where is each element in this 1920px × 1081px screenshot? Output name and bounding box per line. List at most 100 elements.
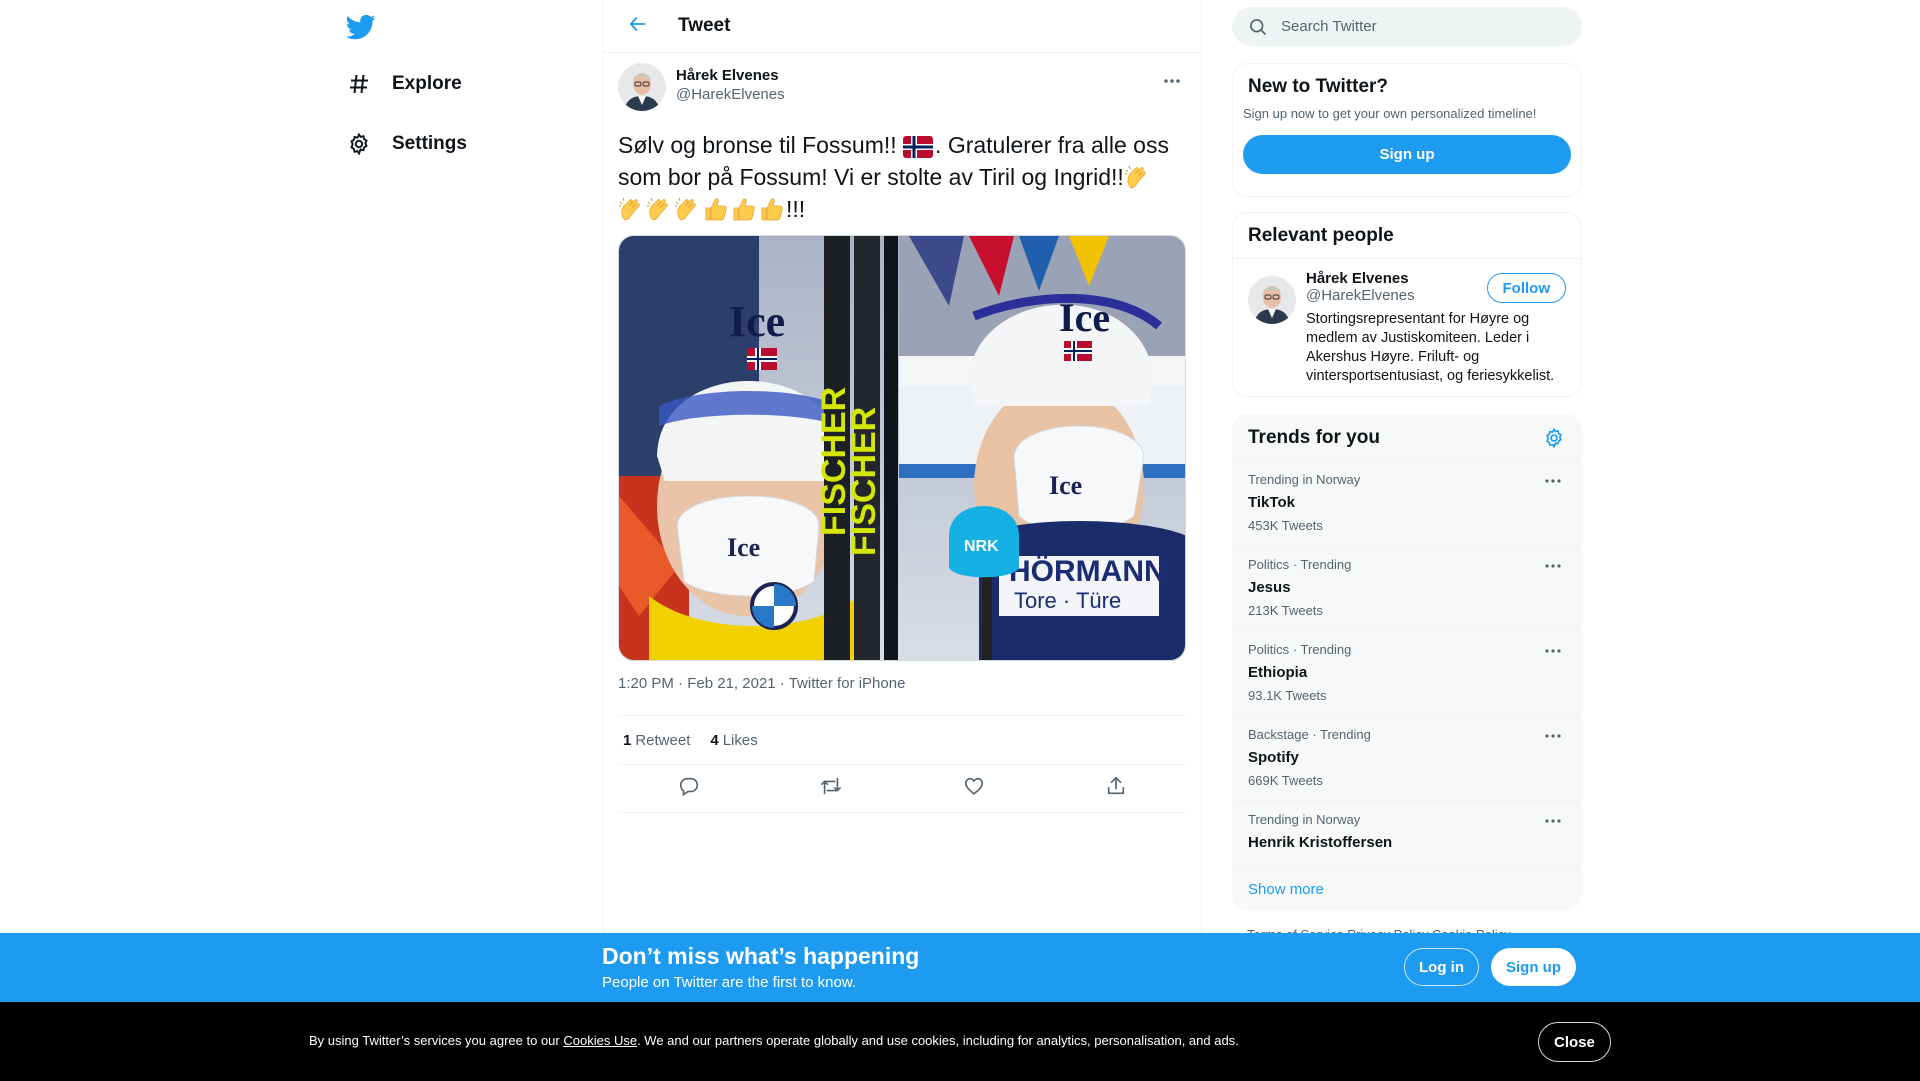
thumbs-up-icon: [758, 196, 784, 222]
login-button[interactable]: Log in: [1404, 948, 1479, 986]
image-mask-text-2: Ice: [1049, 471, 1082, 500]
hashtag-icon: [346, 71, 372, 97]
sidebar-signup-button[interactable]: Sign up: [1243, 135, 1571, 174]
more-horizontal-icon[interactable]: [1541, 724, 1565, 748]
clapping-hands-icon: [618, 196, 644, 222]
image-bib-brand: HÖRMANN: [1009, 555, 1166, 588]
signup-button[interactable]: Sign up: [1491, 948, 1576, 986]
nav-explore[interactable]: Explore: [346, 59, 462, 109]
twitter-bird-icon[interactable]: [345, 12, 376, 42]
clapping-hands-icon: [674, 196, 700, 222]
trend-item[interactable]: Politics · Trending Ethiopia 93.1K Tweet…: [1233, 631, 1581, 716]
image-bib-sub: Tore · Türe: [1014, 588, 1121, 613]
tweet-text: Sølv og bronse til Fossum!! . Gratulerer…: [618, 129, 1187, 225]
tweet-header: Hårek Elvenes @HarekElvenes: [618, 63, 1187, 115]
tweet-date: Feb 21, 2021: [687, 675, 776, 692]
more-horizontal-icon[interactable]: [1541, 639, 1565, 663]
trend-context: Backstage · Trending: [1248, 727, 1371, 742]
image-mask-text-1: Ice: [727, 533, 760, 562]
tweet-stats: 1 Retweet 4 Likes: [618, 715, 1187, 765]
heart-icon: [963, 775, 985, 802]
author-name[interactable]: Hårek Elvenes: [676, 66, 785, 85]
trend-item[interactable]: Backstage · Trending Spotify 669K Tweets: [1233, 716, 1581, 801]
trends-box: Trends for you Trending in Norway TikTok…: [1232, 414, 1582, 910]
trend-count: 213K Tweets: [1248, 603, 1323, 618]
search-bar[interactable]: [1232, 7, 1582, 46]
retweet-icon: [820, 775, 842, 802]
trend-name: Spotify: [1248, 749, 1299, 766]
cookies-use-link[interactable]: Cookies Use: [563, 1033, 637, 1048]
trend-item[interactable]: Trending in Norway Henrik Kristoffersen: [1233, 801, 1581, 867]
trends-header: Trends for you: [1233, 415, 1581, 461]
trend-context: Politics · Trending: [1248, 557, 1352, 572]
trend-context: Trending in Norway: [1248, 472, 1361, 487]
trend-name: Henrik Kristoffersen: [1248, 834, 1393, 851]
image-cap-text-1: Ice: [729, 297, 785, 346]
thumbs-up-icon: [702, 196, 728, 222]
tweet-actions: [618, 765, 1187, 813]
search-input[interactable]: [1281, 18, 1561, 35]
more-horizontal-icon[interactable]: [1541, 469, 1565, 493]
author-avatar[interactable]: [618, 63, 666, 111]
author-handle[interactable]: @HarekElvenes: [676, 85, 785, 104]
likes-stat[interactable]: 4 Likes: [710, 732, 757, 749]
tweet-text-part1: Sølv og bronse til Fossum!!: [618, 132, 904, 158]
nav-settings[interactable]: Settings: [346, 119, 467, 169]
main-column: Tweet Hårek Elvenes @HarekElvenes Sølv o…: [603, 0, 1202, 1081]
tweet-time: 1:20 PM: [618, 675, 674, 692]
tweet-detail: Hårek Elvenes @HarekElvenes Sølv og bron…: [604, 53, 1201, 813]
trend-count: 93.1K Tweets: [1248, 688, 1327, 703]
left-navigation: Explore Settings: [332, 0, 604, 1081]
tweet-photo[interactable]: Ice Ice FISCHER FISCHER Ice Ice HÖRMANN …: [618, 235, 1186, 661]
tweet-more-button[interactable]: [1157, 65, 1187, 95]
trend-context: Politics · Trending: [1248, 642, 1352, 657]
gear-icon[interactable]: [1543, 427, 1565, 449]
trend-count: 453K Tweets: [1248, 518, 1323, 533]
signup-banner: Don’t miss what’s happening People on Tw…: [0, 933, 1920, 1002]
tweet-source-link[interactable]: Twitter for iPhone: [789, 675, 906, 692]
cookie-close-button[interactable]: Close: [1538, 1022, 1611, 1062]
arrow-left-icon: [628, 14, 648, 39]
show-more-link[interactable]: Show more: [1233, 867, 1581, 909]
banner-title: Don’t miss what’s happening: [602, 943, 920, 969]
follow-button[interactable]: Follow: [1486, 273, 1566, 303]
tweet-meta: 1:20 PM · Feb 21, 2021 · Twitter for iPh…: [618, 675, 1187, 700]
cookie-text: By using Twitter’s services you agree to…: [309, 1033, 1239, 1048]
more-horizontal-icon[interactable]: [1541, 809, 1565, 833]
cookie-text-before: By using Twitter’s services you agree to…: [309, 1033, 564, 1048]
gear-icon: [346, 131, 372, 157]
retweet-button[interactable]: [813, 771, 849, 807]
relevant-people-box: Relevant people Hårek Elvenes @HarekElve…: [1232, 212, 1582, 397]
share-icon: [1105, 775, 1127, 802]
clapping-hands-icon: [646, 196, 672, 222]
relevant-person[interactable]: Hårek Elvenes @HarekElvenes Stortingsrep…: [1233, 259, 1581, 386]
trend-item[interactable]: Trending in Norway TikTok 453K Tweets: [1233, 461, 1581, 546]
thumbs-up-icon: [730, 196, 756, 222]
cookie-text-after: . We and our partners operate globally a…: [637, 1033, 1239, 1048]
retweets-count: 1: [623, 731, 632, 749]
reply-icon: [678, 775, 700, 802]
more-horizontal-icon[interactable]: [1541, 554, 1565, 578]
clapping-hands-icon: [1124, 164, 1150, 190]
tweet-time-link[interactable]: 1:20 PM · Feb 21, 2021: [618, 675, 776, 692]
retweets-label: Retweet: [635, 731, 691, 749]
tweet-text-part3: !!!: [786, 196, 806, 222]
banner-subtitle: People on Twitter are the first to know.: [602, 974, 857, 991]
new-to-twitter-subtitle: Sign up now to get your own personalized…: [1243, 106, 1537, 121]
nav-settings-label: Settings: [392, 133, 467, 154]
relevant-person-bio: Stortingsrepresentant for Høyre og medle…: [1306, 311, 1555, 384]
like-button[interactable]: [956, 771, 992, 807]
likes-label: Likes: [722, 731, 758, 749]
trend-item[interactable]: Politics · Trending Jesus 213K Tweets: [1233, 546, 1581, 631]
relevant-person-avatar[interactable]: [1248, 276, 1296, 324]
back-button[interactable]: [620, 8, 656, 44]
tweet-meta-separator: ·: [678, 675, 684, 692]
retweets-stat[interactable]: 1 Retweet: [623, 732, 690, 749]
cookie-bar: By using Twitter’s services you agree to…: [0, 1002, 1920, 1081]
trend-context: Trending in Norway: [1248, 812, 1361, 827]
tweet-meta-separator: ·: [779, 675, 785, 692]
share-button[interactable]: [1098, 771, 1134, 807]
flag-norway-icon: [903, 134, 934, 160]
new-to-twitter-title: New to Twitter?: [1248, 76, 1389, 97]
reply-button[interactable]: [671, 771, 707, 807]
